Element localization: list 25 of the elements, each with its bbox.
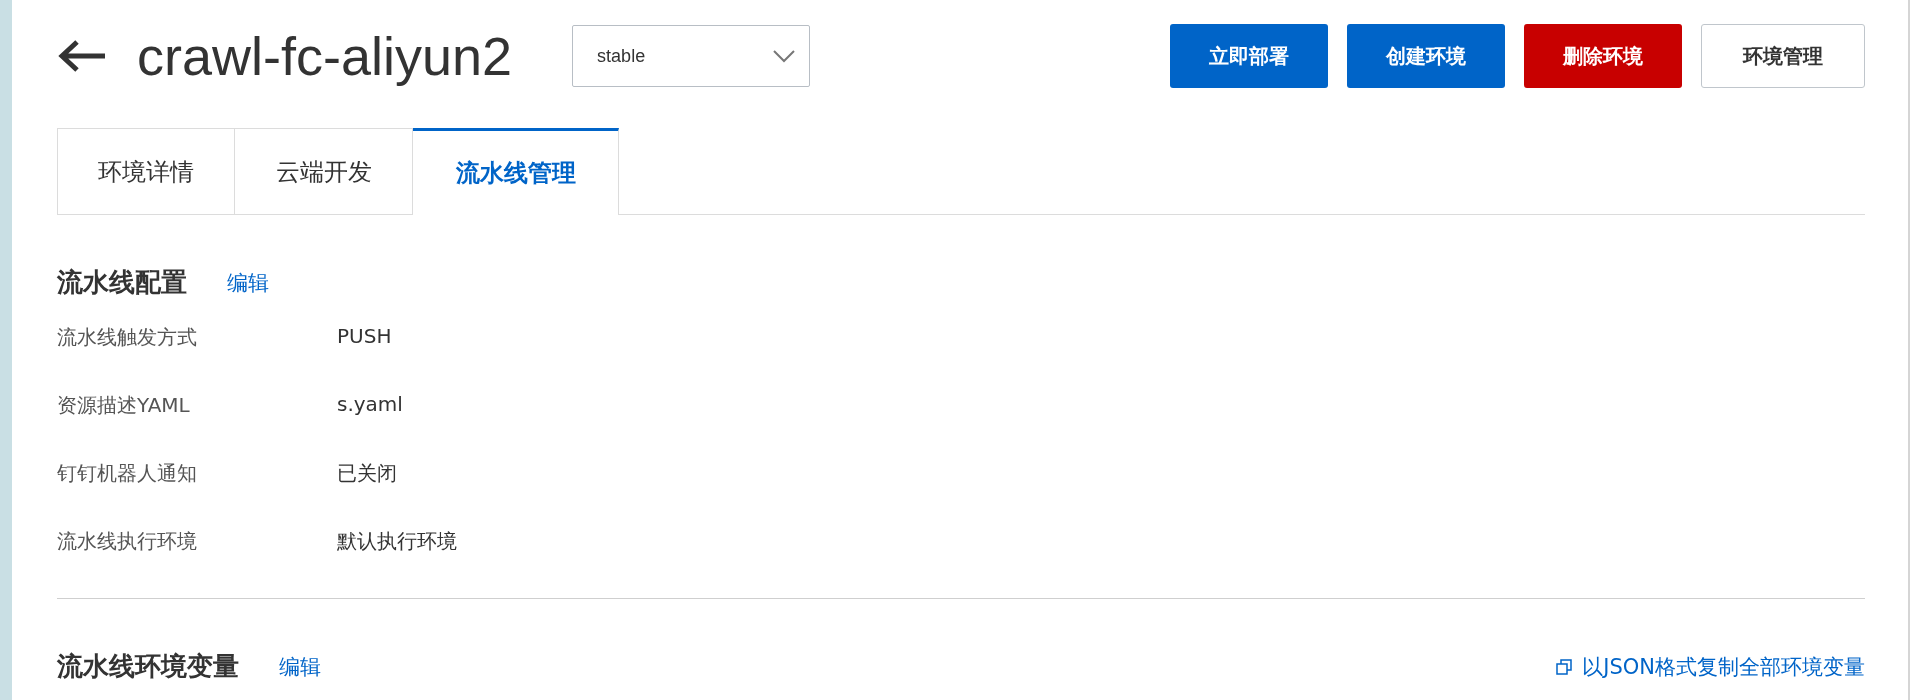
action-button[interactable]: 环境管理 (1701, 24, 1865, 88)
field-value: 默认执行环境 (337, 528, 457, 555)
action-button[interactable]: 创建环境 (1347, 24, 1505, 88)
copy-icon (1556, 658, 1573, 675)
tab[interactable]: 云端开发 (235, 128, 413, 214)
edit-link[interactable]: 编辑 (227, 268, 269, 297)
field-value: 已关闭 (337, 460, 397, 487)
field-label: 流水线触发方式 (57, 324, 198, 351)
action-button[interactable]: 删除环境 (1524, 24, 1682, 88)
edit-link[interactable]: 编辑 (279, 652, 321, 681)
back-arrow-icon[interactable] (57, 38, 107, 74)
copy-link[interactable]: 以JSON格式复制全部环境变量 (1582, 652, 1865, 681)
tab[interactable]: 流水线管理 (413, 128, 619, 215)
page-title: crawl-fc-aliyun2 (137, 25, 513, 87)
tab[interactable]: 环境详情 (57, 128, 235, 214)
field-value: PUSH (337, 324, 392, 348)
field-label: 资源描述YAML (57, 392, 191, 419)
environment-select[interactable]: stable (572, 25, 811, 87)
field-value: s.yaml (337, 392, 403, 416)
section-title: 流水线环境变量 (57, 650, 239, 683)
action-button[interactable]: 立即部署 (1170, 24, 1328, 88)
chevron-down-icon (773, 49, 796, 63)
field-label: 钉钉机器人通知 (57, 460, 198, 487)
field-label: 流水线执行环境 (57, 528, 198, 555)
section-title: 流水线配置 (57, 266, 187, 299)
